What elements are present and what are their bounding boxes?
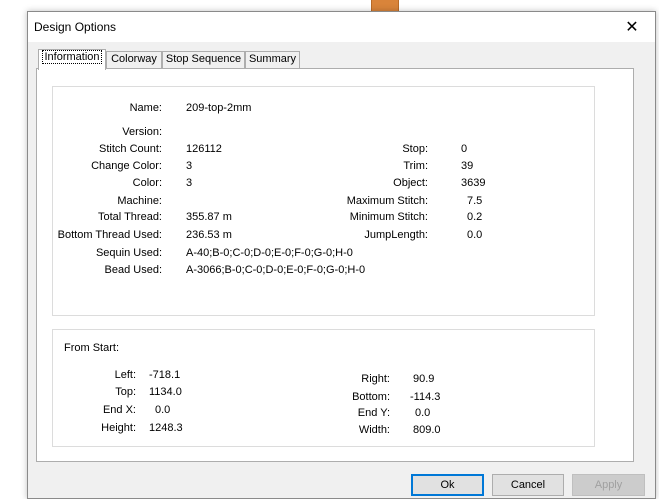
max-stitch-label: Maximum Stitch:: [346, 195, 428, 207]
object-value: 3639: [461, 177, 486, 189]
from-start-group: From Start: Left: -718.1 Top: 1134.0 End…: [52, 329, 595, 447]
tab-summary[interactable]: Summary: [245, 51, 300, 68]
width-label: Width:: [358, 424, 390, 436]
stop-label: Stop:: [402, 143, 428, 155]
end-y-label: End Y:: [357, 407, 390, 419]
total-thread-label: Total Thread:: [97, 211, 162, 223]
left-label: Left:: [114, 369, 136, 381]
object-label: Object:: [393, 177, 428, 189]
ok-button[interactable]: Ok: [411, 474, 484, 496]
min-stitch-label: Minimum Stitch:: [349, 211, 428, 223]
change-color-label: Change Color:: [91, 160, 162, 172]
top-value: 1134.0: [149, 386, 182, 398]
design-info-group: Name: 209-top-2mm Version: Stitch Count:…: [52, 86, 595, 316]
sequin-used-value: A-40;B-0;C-0;D-0;E-0;F-0;G-0;H-0: [186, 247, 353, 259]
tab-colorway[interactable]: Colorway: [106, 51, 162, 68]
bead-used-value: A-3066;B-0;C-0;D-0;E-0;F-0;G-0;H-0: [186, 264, 366, 276]
jump-length-value: 0.0: [467, 229, 483, 241]
tab-stop-sequence[interactable]: Stop Sequence: [162, 51, 245, 68]
height-value: 1248.3: [149, 422, 183, 434]
cancel-button[interactable]: Cancel: [492, 474, 564, 496]
version-label: Version:: [122, 126, 162, 138]
trim-label: Trim:: [403, 160, 428, 172]
end-y-value: 0.0: [415, 407, 431, 419]
from-start-heading: From Start:: [64, 342, 120, 354]
color-label: Color:: [132, 177, 162, 189]
bead-used-label: Bead Used:: [104, 264, 162, 276]
name-label: Name:: [129, 102, 162, 114]
dialog-title: Design Options: [34, 20, 117, 34]
min-stitch-value: 0.2: [467, 211, 483, 223]
close-button[interactable]: ✕: [609, 12, 655, 42]
right-value: 90.9: [413, 373, 435, 385]
machine-label: Machine:: [117, 195, 162, 207]
close-icon: ✕: [625, 19, 639, 36]
change-color-value: 3: [186, 160, 193, 172]
jump-length-label: JumpLength:: [364, 229, 428, 241]
apply-button[interactable]: Apply: [572, 474, 645, 496]
total-thread-value: 355.87 m: [186, 211, 232, 223]
title-bar: Design Options ✕: [28, 12, 655, 42]
end-x-label: End X:: [102, 404, 136, 416]
top-label: Top:: [115, 386, 136, 398]
name-value: 209-top-2mm: [186, 102, 252, 114]
stop-value: 0: [461, 143, 468, 155]
width-value: 809.0: [413, 424, 441, 436]
information-panel: Name: 209-top-2mm Version: Stitch Count:…: [36, 68, 634, 462]
sequin-used-label: Sequin Used:: [95, 247, 162, 259]
stitch-count-value: 126112: [186, 143, 222, 155]
bottom-label: Bottom:: [352, 391, 390, 403]
end-x-value: 0.0: [155, 404, 171, 416]
trim-value: 39: [461, 160, 474, 172]
bottom-thread-label: Bottom Thread Used:: [57, 229, 162, 241]
tab-information[interactable]: Information: [38, 49, 106, 70]
right-label: Right:: [361, 373, 390, 385]
bottom-value: -114.3: [410, 391, 441, 403]
bottom-thread-value: 236.53 m: [186, 229, 232, 241]
height-label: Height:: [101, 422, 136, 434]
design-options-dialog: Design Options ✕ Information Colorway St…: [27, 11, 656, 499]
stitch-count-label: Stitch Count:: [99, 143, 162, 155]
color-value: 3: [186, 177, 193, 189]
left-value: -718.1: [149, 369, 181, 381]
max-stitch-value: 7.5: [467, 195, 483, 207]
